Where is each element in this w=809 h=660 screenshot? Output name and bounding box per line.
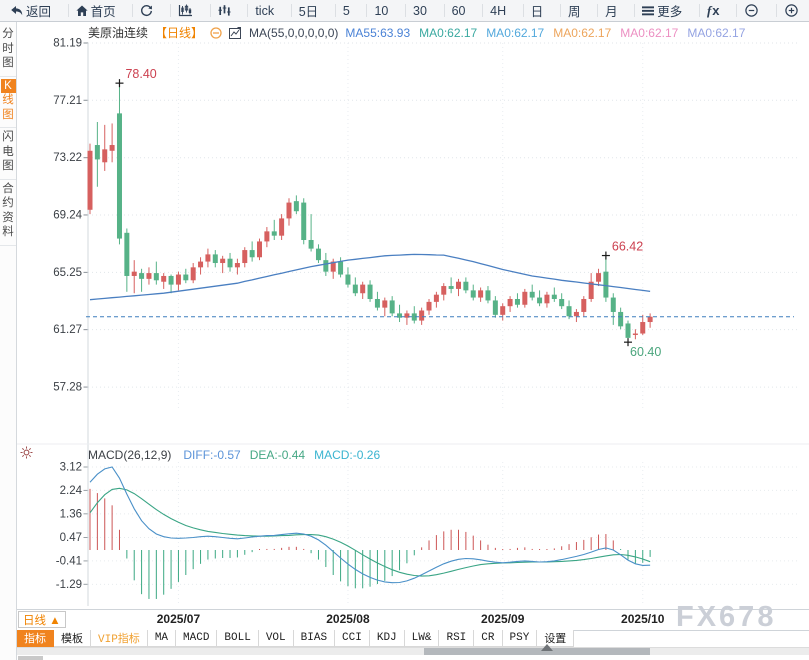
tab-CCI[interactable]: CCI bbox=[335, 630, 370, 647]
collapse-up-arrow-icon[interactable] bbox=[541, 644, 553, 651]
toolbar-item-refresh[interactable] bbox=[132, 0, 161, 21]
toolbar-item-min-30[interactable]: 30 bbox=[405, 0, 435, 21]
macd-value-0: DIFF:-0.57 bbox=[183, 448, 240, 462]
svg-text:77.21: 77.21 bbox=[53, 95, 82, 107]
svg-text:81.19: 81.19 bbox=[53, 38, 82, 50]
toolbar-item-zoom-in[interactable] bbox=[776, 0, 807, 21]
toolbar-item-back[interactable]: 返回 bbox=[2, 0, 59, 21]
home-icon bbox=[76, 5, 88, 17]
svg-text:73.22: 73.22 bbox=[53, 152, 82, 164]
period-selector[interactable]: 日线 ▲ bbox=[18, 611, 66, 628]
ma-value-4: MA0:62.17 bbox=[620, 26, 678, 40]
ma-values: MA55:63.93 MA0:62.17 MA0:62.17 MA0:62.17 MA0… bbox=[345, 26, 754, 40]
toolbar-item-hour-4[interactable]: 4H bbox=[482, 0, 514, 21]
chart-title-row: 美原油连续 【日线】 MA(55,0,0,0,0,0) MA55:63.93MA… bbox=[88, 24, 754, 41]
chart-edit-icon[interactable] bbox=[229, 27, 242, 39]
toolbar-item-home[interactable]: 首页 bbox=[68, 0, 124, 21]
x-axis-label-2025/09: 2025/09 bbox=[481, 612, 524, 626]
svg-text:69.24: 69.24 bbox=[53, 209, 82, 221]
refresh-icon bbox=[140, 4, 153, 17]
toolbar-item-range-5d[interactable]: 5日 bbox=[291, 0, 326, 21]
svg-text:-0.41: -0.41 bbox=[56, 555, 82, 567]
toolbar-item-fx[interactable]: fx bbox=[699, 0, 728, 21]
indicator-tab-bar: 指标模板VIP指标MAMACDBOLLVOLBIASCCIKDJLW&RSICR… bbox=[17, 630, 574, 647]
tab-BOLL[interactable]: BOLL bbox=[217, 630, 258, 647]
partial-tab bbox=[18, 656, 43, 660]
svg-text:57.28: 57.28 bbox=[53, 382, 82, 394]
x-axis-label-2025/08: 2025/08 bbox=[326, 612, 369, 626]
sidebar-item-contract-info[interactable]: 合约资料 bbox=[0, 180, 16, 246]
scrollbar-thumb[interactable] bbox=[424, 648, 650, 655]
svg-text:66.42: 66.42 bbox=[612, 240, 643, 254]
ma-value-5: MA0:62.17 bbox=[687, 26, 745, 40]
tab-MA[interactable]: MA bbox=[148, 630, 176, 647]
x-axis-label-2025/07: 2025/07 bbox=[157, 612, 200, 626]
toolbar-item-min-60[interactable]: 60 bbox=[444, 0, 474, 21]
toolbar-item-min-10[interactable]: 10 bbox=[366, 0, 396, 21]
toolbar-item-min-5[interactable]: 5 bbox=[335, 0, 358, 21]
toolbar-item-tick[interactable]: tick bbox=[247, 0, 282, 21]
tab-LW&[interactable]: LW& bbox=[405, 630, 440, 647]
tab-RSI[interactable]: RSI bbox=[439, 630, 474, 647]
horizontal-scrollbar[interactable] bbox=[17, 647, 809, 655]
macd-value-1: DEA:-0.44 bbox=[250, 448, 305, 462]
macd-values: DIFF:-0.57 DEA:-0.44 MACD:-0.26 bbox=[183, 448, 389, 462]
fx-icon: fx bbox=[707, 3, 720, 19]
toolbar-item-kline[interactable] bbox=[170, 0, 201, 21]
symbol-name: 美原油连续 bbox=[88, 24, 148, 41]
ma-value-3: MA0:62.17 bbox=[553, 26, 611, 40]
svg-text:2.24: 2.24 bbox=[60, 485, 83, 497]
x-axis-label-2025/10: 2025/10 bbox=[621, 612, 664, 626]
watermark: FX678 bbox=[676, 601, 776, 634]
svg-text:1.36: 1.36 bbox=[60, 508, 82, 520]
tab-VOL[interactable]: VOL bbox=[259, 630, 294, 647]
toolbar-item-monthly[interactable]: 月 bbox=[597, 0, 626, 21]
svg-text:61.27: 61.27 bbox=[53, 324, 82, 336]
period-tag: 【日线】 bbox=[155, 24, 203, 41]
svg-text:60.40: 60.40 bbox=[630, 345, 661, 359]
zoom-in-icon bbox=[784, 3, 799, 18]
macd-settings-label: MACD(26,12,9) bbox=[88, 448, 171, 462]
tab-BIAS[interactable]: BIAS bbox=[294, 630, 335, 647]
tab-指标[interactable]: 指标 bbox=[17, 630, 54, 647]
sidebar-item-kline[interactable]: K线图 bbox=[0, 77, 16, 129]
svg-text:-1.29: -1.29 bbox=[56, 579, 82, 591]
volume-bars-icon bbox=[218, 4, 231, 17]
toolbar-item-zoom-out[interactable] bbox=[736, 0, 767, 21]
sidebar-item-lightning[interactable]: 闪电图 bbox=[0, 128, 16, 180]
back-arrow-icon bbox=[10, 5, 23, 17]
indicator-settings-gear-icon[interactable] bbox=[20, 446, 33, 464]
svg-text:65.25: 65.25 bbox=[53, 267, 82, 279]
toolbar-item-volume[interactable] bbox=[210, 0, 239, 21]
ma-settings-label: MA(55,0,0,0,0,0) bbox=[249, 26, 338, 40]
toolbar-item-more[interactable]: 更多 bbox=[634, 0, 690, 21]
sidebar-item-time-share[interactable]: 分时图 bbox=[0, 25, 16, 77]
tab-KDJ[interactable]: KDJ bbox=[370, 630, 405, 647]
ma-value-0: MA55:63.93 bbox=[345, 26, 410, 40]
svg-text:3.12: 3.12 bbox=[60, 462, 82, 474]
tab-PSY[interactable]: PSY bbox=[503, 630, 538, 647]
tab-VIP指标[interactable]: VIP指标 bbox=[91, 630, 148, 647]
top-toolbar: 返回首页 tick 5日 5 10 30 60 4H 日周月更多 fx bbox=[0, 0, 809, 22]
trading-app: 返回首页 tick 5日 5 10 30 60 4H 日周月更多 fx 分时图K线图闪电图合约资料… bbox=[0, 0, 809, 660]
svg-text:0.47: 0.47 bbox=[60, 532, 82, 544]
kline-chart-icon bbox=[178, 4, 193, 17]
macd-value-2: MACD:-0.26 bbox=[314, 448, 380, 462]
ma-value-2: MA0:62.17 bbox=[486, 26, 544, 40]
more-menu-icon bbox=[642, 6, 654, 16]
macd-header-row: MACD(26,12,9) DIFF:-0.57 DEA:-0.44 MACD:-0… bbox=[88, 448, 389, 462]
tab-CR[interactable]: CR bbox=[474, 630, 502, 647]
tab-MACD[interactable]: MACD bbox=[176, 630, 217, 647]
ma-value-1: MA0:62.17 bbox=[419, 26, 477, 40]
toolbar-item-daily[interactable]: 日 bbox=[523, 0, 552, 21]
toolbar-item-weekly[interactable]: 周 bbox=[560, 0, 589, 21]
left-sidebar: 分时图K线图闪电图合约资料 bbox=[0, 22, 17, 660]
circle-minus-icon[interactable] bbox=[210, 27, 222, 39]
chart-canvas[interactable]: 81.19 77.21 73.22 69.24 65.25 61.27 57.28 3.12 2… bbox=[0, 0, 809, 660]
tab-模板[interactable]: 模板 bbox=[54, 630, 91, 647]
zoom-out-icon bbox=[744, 3, 759, 18]
svg-text:78.40: 78.40 bbox=[125, 67, 156, 81]
